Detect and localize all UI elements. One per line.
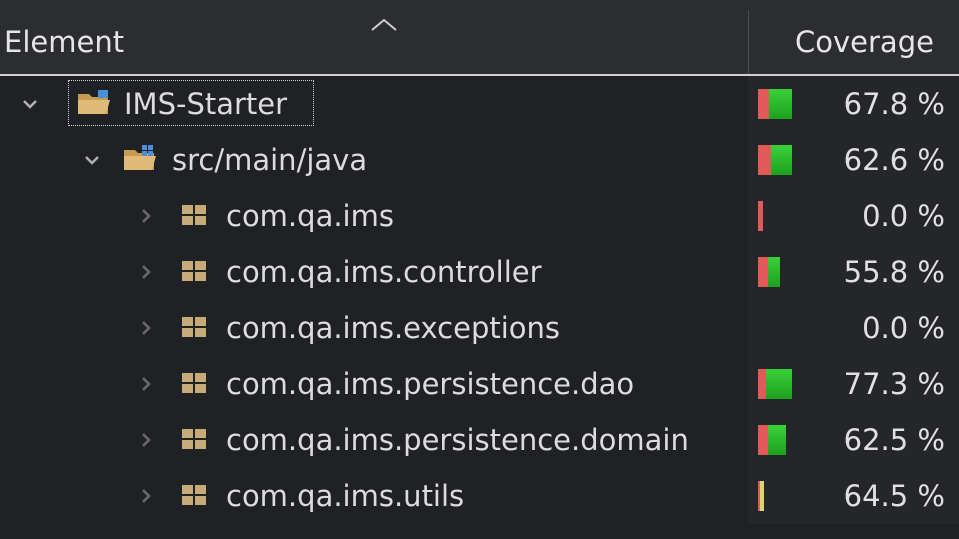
coverage-value: 67.8 % xyxy=(843,87,945,121)
tree-item-label: com.qa.ims.persistence.dao xyxy=(226,367,635,401)
chevron-down-icon[interactable] xyxy=(18,90,42,118)
package-icon xyxy=(182,485,206,505)
package-icon xyxy=(182,205,206,225)
package-icon xyxy=(182,429,206,449)
chevron-right-icon[interactable] xyxy=(134,482,158,510)
coverage-bar xyxy=(758,201,792,231)
coverage-column-header[interactable]: Coverage xyxy=(748,10,959,74)
tree-row[interactable]: com.qa.ims.utils 64.5 % xyxy=(0,468,959,524)
tree-row[interactable]: com.qa.ims 0.0 % xyxy=(0,188,959,244)
element-column-label: Element xyxy=(4,25,125,59)
chevron-down-icon[interactable] xyxy=(80,146,104,174)
tree-item-label: com.qa.ims.utils xyxy=(226,479,465,513)
coverage-bar xyxy=(758,481,764,511)
tree-item-label: com.qa.ims.controller xyxy=(226,255,542,289)
tree-item-label: com.qa.ims xyxy=(226,199,394,233)
coverage-value: 77.3 % xyxy=(843,367,945,401)
coverage-value: 64.5 % xyxy=(843,479,945,513)
column-header: Element Coverage xyxy=(0,10,959,76)
coverage-tree: IMS-Starter 67.8 % src/main/java 62.6 % … xyxy=(0,76,959,524)
source-folder-icon xyxy=(124,145,156,170)
coverage-bar xyxy=(758,257,780,287)
tree-row[interactable]: IMS-Starter 67.8 % xyxy=(0,76,959,132)
tree-item-label: IMS-Starter xyxy=(124,87,288,121)
coverage-value: 55.8 % xyxy=(843,255,945,289)
chevron-right-icon[interactable] xyxy=(134,202,158,230)
sort-ascending-icon[interactable] xyxy=(370,18,398,32)
chevron-right-icon[interactable] xyxy=(134,426,158,454)
tree-row[interactable]: com.qa.ims.persistence.domain 62.5 % xyxy=(0,412,959,468)
tree-item-label: src/main/java xyxy=(172,143,368,177)
tree-item-label: com.qa.ims.exceptions xyxy=(226,311,561,345)
coverage-bar xyxy=(758,145,792,175)
coverage-view: Element Coverage IMS-Starter 67.8 % src/… xyxy=(0,0,959,539)
coverage-value: 0.0 % xyxy=(862,311,945,345)
chevron-right-icon[interactable] xyxy=(134,370,158,398)
package-icon xyxy=(182,373,206,393)
tree-item-label: com.qa.ims.persistence.domain xyxy=(226,423,689,457)
coverage-bar xyxy=(758,369,792,399)
package-icon xyxy=(182,261,206,281)
tree-row[interactable]: com.qa.ims.persistence.dao 77.3 % xyxy=(0,356,959,412)
coverage-bar xyxy=(758,425,786,455)
tree-row[interactable]: com.qa.ims.controller 55.8 % xyxy=(0,244,959,300)
coverage-value: 62.6 % xyxy=(843,143,945,177)
coverage-column-label: Coverage xyxy=(795,25,934,59)
next-row-peek xyxy=(0,524,959,539)
package-icon xyxy=(182,317,206,337)
chevron-right-icon[interactable] xyxy=(134,314,158,342)
tree-row[interactable]: src/main/java 62.6 % xyxy=(0,132,959,188)
tree-row[interactable]: com.qa.ims.exceptions 0.0 % xyxy=(0,300,959,356)
project-folder-icon xyxy=(78,90,110,114)
coverage-value: 62.5 % xyxy=(843,423,945,457)
chevron-right-icon[interactable] xyxy=(134,258,158,286)
coverage-value: 0.0 % xyxy=(862,199,945,233)
coverage-bar xyxy=(758,89,792,119)
